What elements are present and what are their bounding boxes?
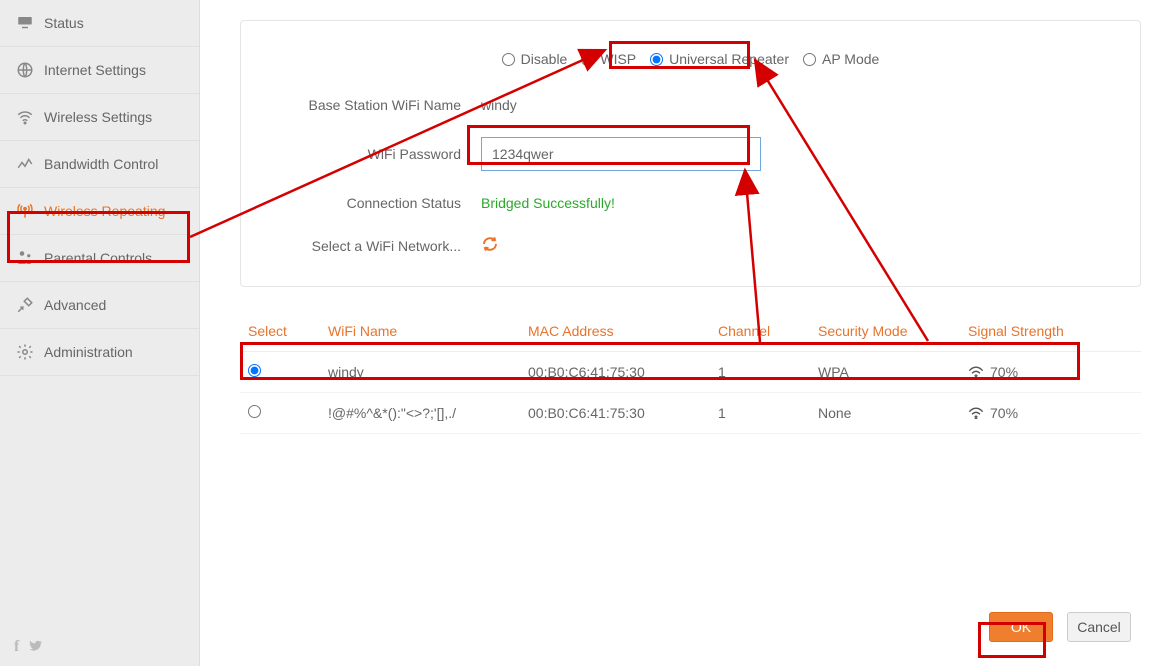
row-signal: 70% (960, 352, 1141, 393)
row-channel: 1 (710, 352, 810, 393)
bssid-value: windy (481, 97, 761, 113)
th-mac: MAC Address (520, 311, 710, 352)
settings-panel: Disable WISP Universal Repeater AP Mode … (240, 20, 1141, 287)
signal-icon (968, 366, 984, 378)
sidebar-item-label: Bandwidth Control (44, 156, 158, 172)
tools-icon (16, 296, 34, 314)
sidebar-item-admin[interactable]: Administration (0, 329, 199, 376)
antenna-icon (16, 202, 34, 220)
mode-ap[interactable]: AP Mode (803, 51, 879, 67)
pwd-input[interactable] (481, 137, 761, 171)
sidebar-item-internet[interactable]: Internet Settings (0, 47, 199, 94)
sidebar-item-label: Advanced (44, 297, 106, 313)
status-label: Connection Status (271, 195, 481, 211)
sidebar-item-label: Status (44, 15, 84, 31)
signal-icon (968, 407, 984, 419)
th-security: Security Mode (810, 311, 960, 352)
row-signal: 70% (960, 393, 1141, 434)
row-select[interactable] (248, 364, 261, 377)
row-channel: 1 (710, 393, 810, 434)
mode-row: Disable WISP Universal Repeater AP Mode (271, 51, 1110, 67)
mode-wisp[interactable]: WISP (581, 51, 636, 67)
row-security: WPA (810, 352, 960, 393)
status-value: Bridged Successfully! (481, 195, 761, 211)
wifi-icon (16, 108, 34, 126)
wifi-table: Select WiFi Name MAC Address Channel Sec… (240, 311, 1141, 434)
row-mac: 00:B0:C6:41:75:30 (520, 393, 710, 434)
sidebar-item-wireless[interactable]: Wireless Settings (0, 94, 199, 141)
sidebar-item-label: Wireless Settings (44, 109, 152, 125)
row-name: windy (320, 352, 520, 393)
th-select: Select (240, 311, 320, 352)
select-label: Select a WiFi Network... (271, 238, 481, 254)
sidebar-item-parental[interactable]: Parental Controls (0, 235, 199, 282)
row-name: !@#%^&*():"<>?;'[],./ (320, 393, 520, 434)
mode-universal[interactable]: Universal Repeater (650, 51, 789, 67)
main-content: Disable WISP Universal Repeater AP Mode … (200, 0, 1171, 666)
row-security: None (810, 393, 960, 434)
refresh-icon[interactable] (481, 235, 499, 253)
chart-icon (16, 155, 34, 173)
facebook-icon[interactable]: f (14, 638, 19, 656)
cancel-button[interactable]: Cancel (1067, 612, 1131, 642)
sidebar-item-label: Administration (44, 344, 133, 360)
sidebar-item-status[interactable]: Status (0, 0, 199, 47)
bssid-label: Base Station WiFi Name (271, 97, 481, 113)
row-mac: 00:B0:C6:41:75:30 (520, 352, 710, 393)
sidebar: Status Internet Settings Wireless Settin… (0, 0, 200, 666)
sidebar-item-repeating[interactable]: Wireless Repeating (0, 188, 199, 235)
globe-icon (16, 61, 34, 79)
sidebar-item-advanced[interactable]: Advanced (0, 282, 199, 329)
table-row[interactable]: !@#%^&*():"<>?;'[],./00:B0:C6:41:75:301N… (240, 393, 1141, 434)
sidebar-item-label: Parental Controls (44, 250, 152, 266)
gear-icon (16, 343, 34, 361)
status-icon (16, 14, 34, 32)
row-select[interactable] (248, 405, 261, 418)
sidebar-item-label: Wireless Repeating (44, 203, 165, 219)
th-signal: Signal Strength (960, 311, 1141, 352)
pwd-label: WiFi Password (271, 146, 481, 162)
th-name: WiFi Name (320, 311, 520, 352)
people-icon (16, 249, 34, 267)
ok-button[interactable]: OK (989, 612, 1053, 642)
twitter-icon[interactable] (27, 638, 43, 654)
sidebar-item-bandwidth[interactable]: Bandwidth Control (0, 141, 199, 188)
table-row[interactable]: windy00:B0:C6:41:75:301WPA70% (240, 352, 1141, 393)
th-channel: Channel (710, 311, 810, 352)
social-links: f (0, 628, 199, 666)
sidebar-item-label: Internet Settings (44, 62, 146, 78)
mode-disable[interactable]: Disable (502, 51, 568, 67)
